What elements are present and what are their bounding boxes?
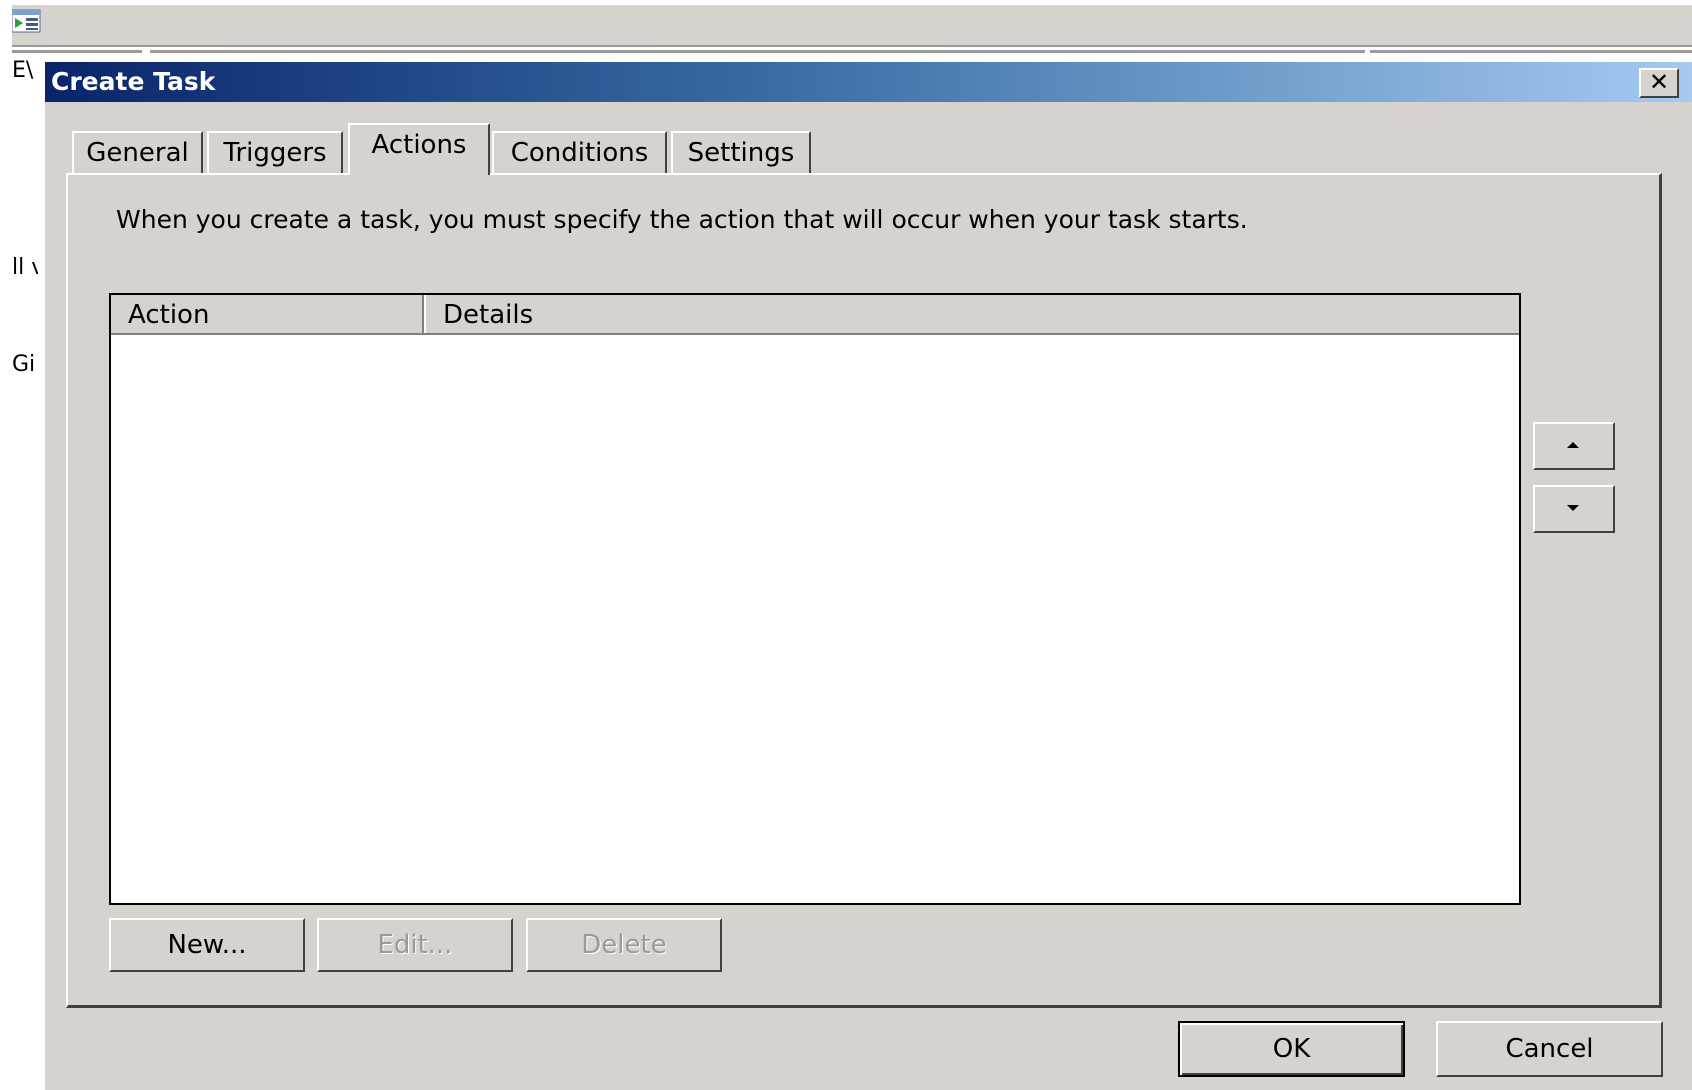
tab-label: General <box>86 138 189 168</box>
new-action-button[interactable]: New... <box>109 918 305 972</box>
close-button[interactable]: ✕ <box>1639 68 1679 98</box>
tab-actions[interactable]: Actions <box>348 123 490 175</box>
tab-label: Settings <box>687 138 795 168</box>
background-divider <box>1370 50 1692 53</box>
arrow-down-icon <box>1567 505 1579 511</box>
tab-triggers[interactable]: Triggers <box>207 131 343 175</box>
app-icon <box>12 9 41 33</box>
background-toolbar <box>12 5 1692 47</box>
tab-settings[interactable]: Settings <box>671 131 811 175</box>
actions-tab-panel: When you create a task, you must specify… <box>66 173 1662 1008</box>
tab-label: Actions <box>371 130 467 160</box>
actions-list[interactable]: Action Details <box>109 293 1521 905</box>
ok-label: OK <box>1272 1034 1311 1064</box>
move-down-button[interactable] <box>1533 485 1615 533</box>
background-divider <box>150 50 1365 53</box>
cancel-label: Cancel <box>1505 1034 1594 1064</box>
tab-conditions[interactable]: Conditions <box>492 131 667 175</box>
delete-action-button[interactable]: Delete <box>526 918 722 972</box>
background-text-fragment: ll v <box>12 255 38 280</box>
arrow-up-icon <box>1567 442 1579 448</box>
tab-general[interactable]: General <box>72 131 203 175</box>
ok-button[interactable]: OK <box>1178 1021 1405 1077</box>
actions-description: When you create a task, you must specify… <box>116 205 1248 234</box>
tab-label: Conditions <box>510 138 649 168</box>
dialog-titlebar[interactable]: Create Task ✕ <box>45 62 1692 102</box>
actions-list-header: Action Details <box>111 295 1519 335</box>
edit-action-label: Edit... <box>377 930 453 960</box>
background-divider <box>12 50 142 53</box>
delete-action-label: Delete <box>581 930 667 960</box>
cancel-button[interactable]: Cancel <box>1436 1021 1663 1077</box>
dialog-title: Create Task <box>51 67 216 96</box>
background-text-fragment: Gi <box>12 352 36 377</box>
column-header-details[interactable]: Details <box>424 295 1519 333</box>
background-text-fragment: E\ <box>12 58 34 83</box>
move-up-button[interactable] <box>1533 422 1615 470</box>
close-icon: ✕ <box>1648 68 1670 96</box>
new-action-label: New... <box>167 930 247 960</box>
edit-action-button[interactable]: Edit... <box>317 918 513 972</box>
column-header-action[interactable]: Action <box>111 295 424 333</box>
tab-label: Triggers <box>223 138 327 168</box>
